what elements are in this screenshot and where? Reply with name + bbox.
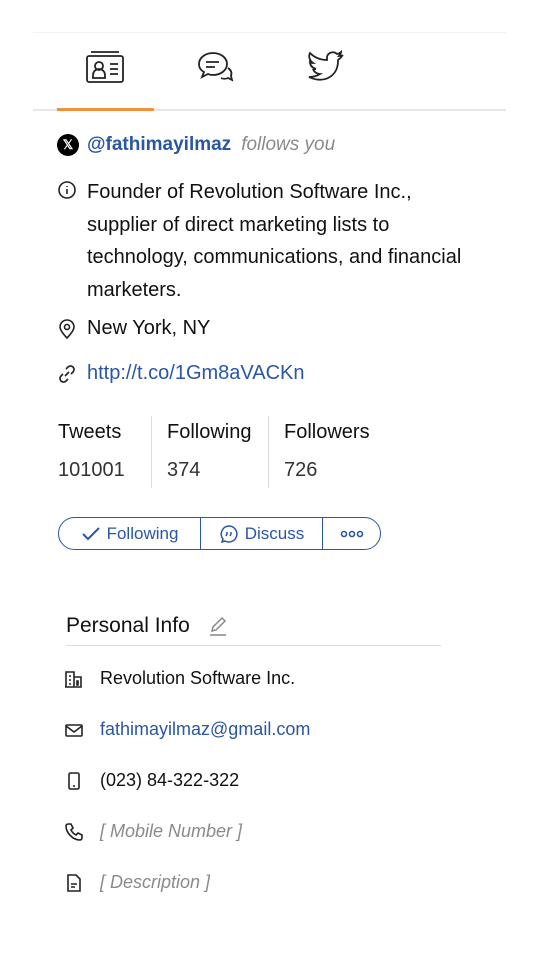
bio: Founder of Revolution Software Inc., sup… <box>87 176 461 306</box>
stat-label-followers: Followers <box>284 421 370 443</box>
quote-bubble-icon <box>220 524 238 543</box>
more-icon <box>340 530 363 537</box>
description-placeholder[interactable]: [ Description ] <box>100 872 210 893</box>
stat-value-tweets: 101001 <box>58 459 125 481</box>
stat-divider <box>151 416 152 488</box>
link-icon <box>59 365 75 383</box>
following-button-label: Following <box>106 523 179 543</box>
phone-handset-icon <box>65 822 83 841</box>
phone-value: (023) 84-322-322 <box>100 770 240 790</box>
discuss-button-label: Discuss <box>244 523 305 543</box>
mobile-number-placeholder[interactable]: [ Mobile Number ] <box>100 821 242 842</box>
bio-line: supplier of direct marketing lists to <box>87 213 390 236</box>
follows-you-label: follows you <box>241 134 336 155</box>
tab-conversations[interactable] <box>194 47 238 87</box>
building-icon <box>65 670 82 688</box>
bio-line: technology, communications, and financia… <box>87 246 462 268</box>
company-value: Revolution Software Inc. <box>100 668 296 688</box>
personal-info-title: Personal Info <box>66 614 190 637</box>
stat-value-followers: 726 <box>284 459 318 481</box>
top-divider <box>33 32 506 33</box>
twitter-bird-icon <box>308 50 344 81</box>
chat-bubbles-icon <box>198 52 234 82</box>
document-icon <box>67 873 81 892</box>
discuss-button[interactable]: Discuss <box>201 518 323 549</box>
mail-icon <box>65 723 83 737</box>
tab-contact-info[interactable] <box>83 47 127 87</box>
description-row: [ Description ] <box>64 872 210 893</box>
phone-row: (023) 84-322-322 <box>64 770 239 791</box>
edit-pencil-icon[interactable] <box>208 616 228 636</box>
profile-link[interactable]: http://t.co/1Gm8aVACKn <box>87 362 305 385</box>
checkmark-icon <box>81 526 100 540</box>
location: New York, NY <box>87 317 211 339</box>
section-divider <box>66 645 441 646</box>
contact-card-icon <box>86 51 124 83</box>
twitter-handle[interactable]: @fathimayilmaz <box>87 134 231 156</box>
stat-divider <box>268 416 269 488</box>
more-button[interactable] <box>323 518 380 549</box>
tab-twitter[interactable] <box>304 47 348 87</box>
mobile-phone-icon <box>68 771 80 790</box>
email-row: fathimayilmaz@gmail.com <box>64 719 310 740</box>
stat-label-following: Following <box>167 421 252 443</box>
following-button[interactable]: Following <box>59 518 201 549</box>
bio-line: marketers. <box>87 278 182 301</box>
stat-value-following: 374 <box>167 459 201 481</box>
mobile-row: [ Mobile Number ] <box>64 821 242 842</box>
info-icon <box>58 181 76 199</box>
location-pin-icon <box>59 319 75 339</box>
active-tab-indicator <box>57 108 154 111</box>
action-button-group: Following Discuss <box>58 517 381 550</box>
stat-label-tweets: Tweets <box>58 421 122 443</box>
x-logo-icon: 𝕏 <box>57 134 79 156</box>
email-value[interactable]: fathimayilmaz@gmail.com <box>100 719 310 740</box>
company-row: Revolution Software Inc. <box>64 668 295 689</box>
bio-line: Founder of Revolution Software Inc., <box>87 181 412 203</box>
